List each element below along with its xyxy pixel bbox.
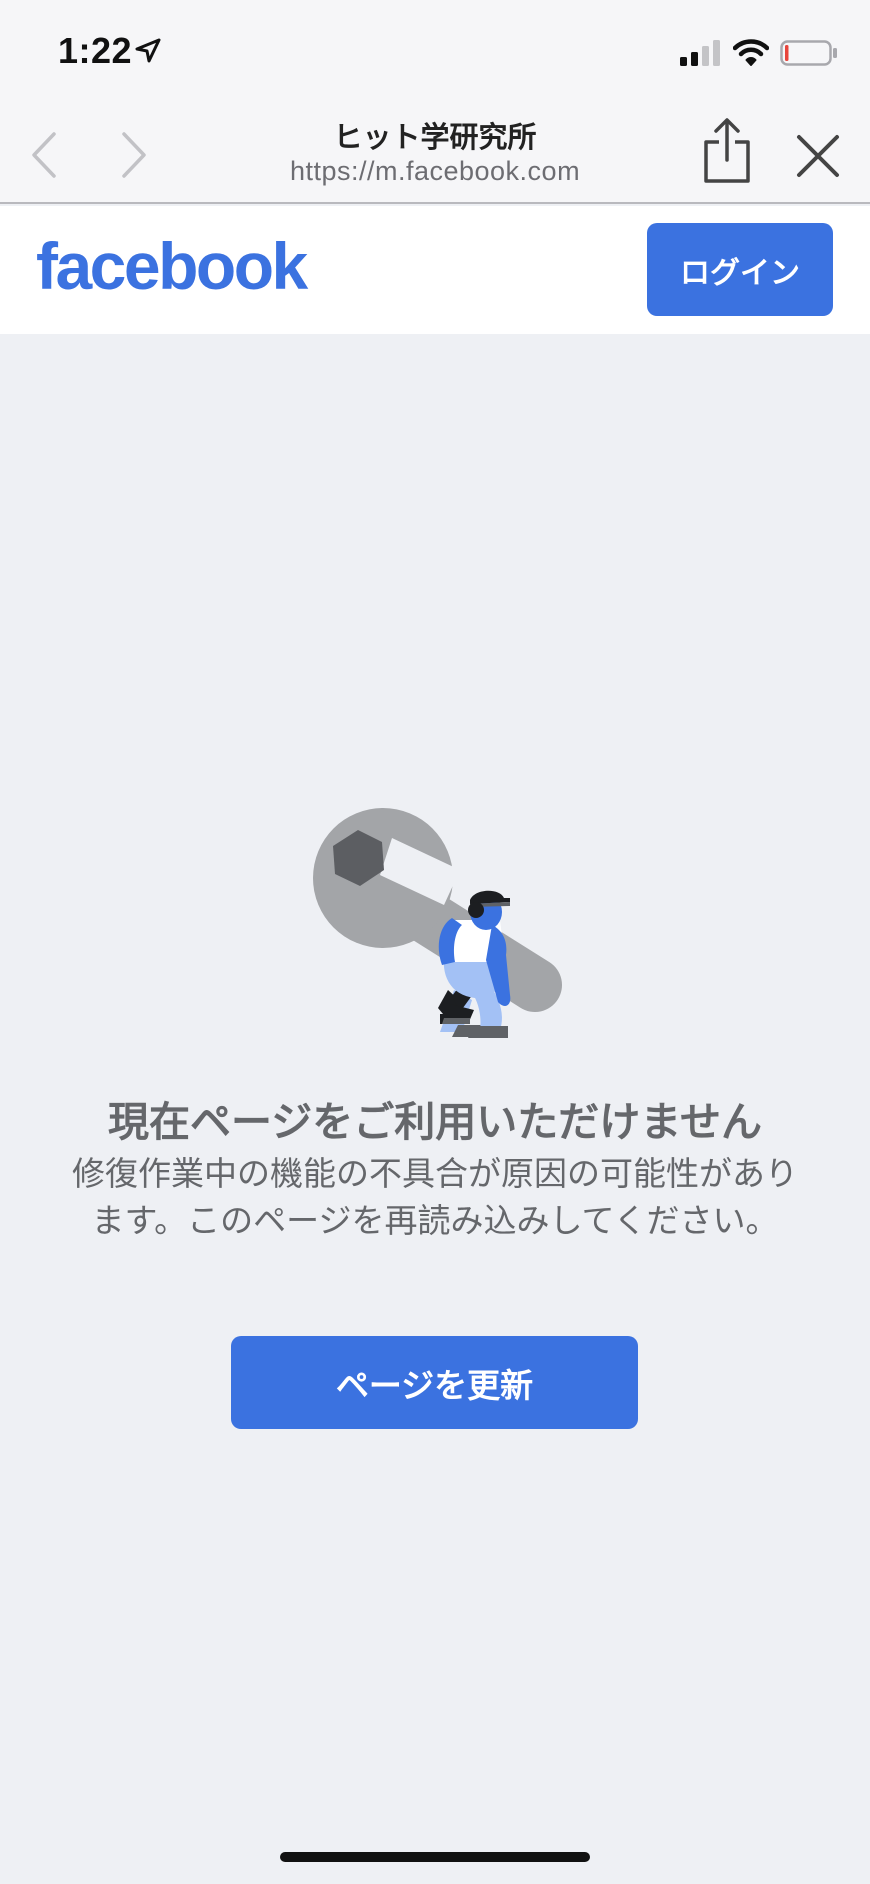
cellular-signal-icon [680,40,720,66]
home-indicator[interactable] [280,1852,590,1862]
battery-icon [780,40,837,66]
wifi-icon [733,39,769,66]
browser-bar: ヒット学研究所 https://m.facebook.com [0,100,870,204]
facebook-logo[interactable]: facebook [36,228,308,304]
login-button[interactable]: ログイン [647,223,833,316]
maintenance-wrench-illustration [313,808,562,1038]
close-icon[interactable] [796,134,840,178]
status-bar: 1:22 [0,0,870,100]
refresh-page-button[interactable]: ページを更新 [231,1336,638,1429]
share-icon[interactable] [702,118,752,184]
status-time: 1:22 [58,30,133,71]
error-title: 現在ページをご利用いただけません [108,1098,762,1146]
facebook-header: facebook ログイン [0,206,870,334]
location-arrow-icon [135,38,161,63]
error-description: 修復作業中の機能の不具合が原因の可能性があります。このページを再読み込みしてくだ… [72,1154,798,1240]
